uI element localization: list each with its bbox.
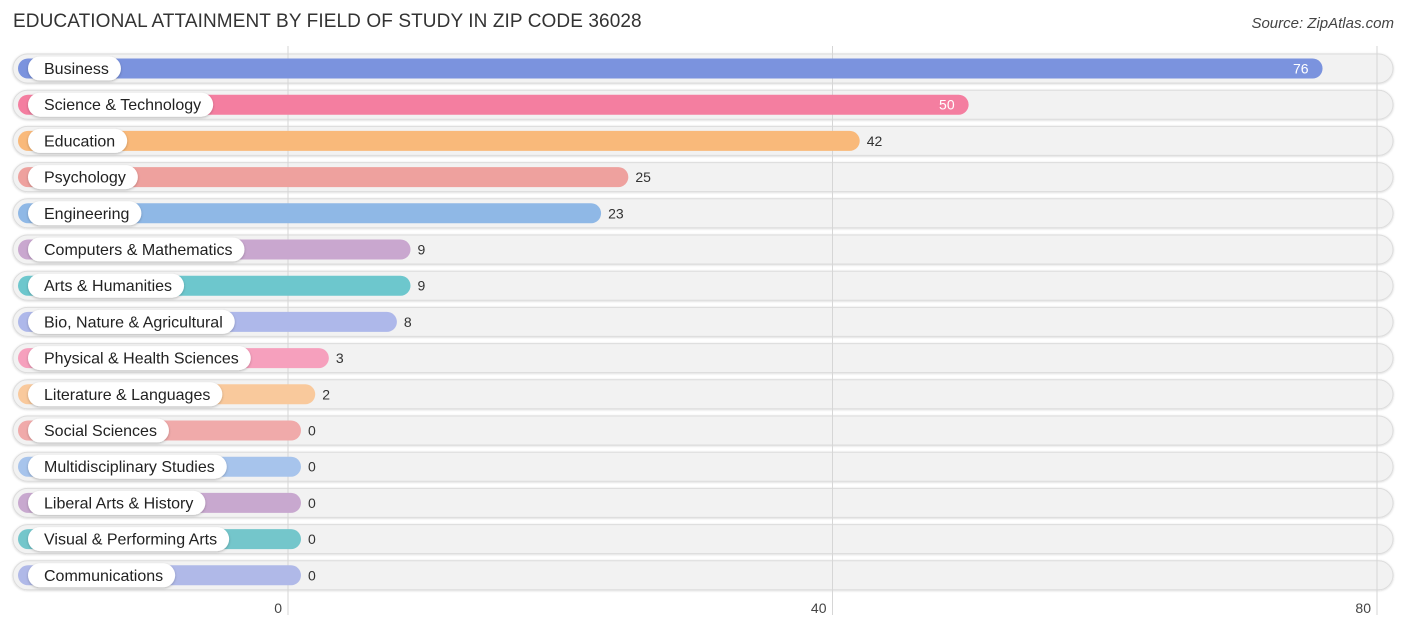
category-label: Engineering [44,206,129,223]
bar-row: Social Sciences 0 [18,418,316,443]
value-label: 0 [308,423,316,439]
bar-row: Liberal Arts & History 0 [18,490,316,515]
category-label: Arts & Humanities [44,278,172,295]
value-label: 0 [308,459,316,475]
bar-row: Multidisciplinary Studies 0 [18,454,316,479]
value-label: 2 [322,386,330,402]
category-label: Social Sciences [44,423,157,440]
value-label: 50 [939,97,955,113]
value-label: 9 [418,242,426,258]
x-tick-label: 0 [274,600,282,616]
category-label: Multidisciplinary Studies [44,459,215,476]
x-axis-ticks: 0 40 80 [274,600,1371,616]
category-label: Education [44,133,115,150]
bar-row: Bio, Nature & Agricultural 8 [18,309,412,334]
category-label: Literature & Languages [44,387,210,404]
bar-row: Physical & Health Sciences 3 [18,346,344,371]
value-label: 0 [308,495,316,511]
bar [18,58,1323,79]
category-label: Visual & Performing Arts [44,532,217,549]
category-label: Psychology [44,170,126,187]
bar-row: Literature & Languages 2 [18,382,330,407]
x-tick-label: 80 [1355,600,1371,616]
bar-row: Computers & Mathematics 9 [18,237,426,262]
bar [18,130,860,151]
bar-row: Psychology 25 [18,165,651,190]
bar-row: Arts & Humanities 9 [18,273,426,298]
category-label: Business [44,61,109,78]
value-label: 0 [308,531,316,547]
category-label: Liberal Arts & History [44,495,193,512]
bar-row: Visual & Performing Arts 0 [18,527,316,552]
category-label: Bio, Nature & Agricultural [44,314,223,331]
bar-row: Engineering 23 [18,201,624,226]
bar-chart: Business 76 Science & Technology 50 Educatio… [12,46,1394,616]
category-label: Science & Technology [44,97,201,114]
bar-row: Education 42 [18,128,883,153]
value-label: 9 [418,278,426,294]
bar-row: Business 76 [18,56,1323,81]
x-tick-label: 40 [811,600,827,616]
category-label: Communications [44,568,163,585]
value-label: 8 [404,314,412,330]
value-label: 3 [336,350,344,366]
category-label: Computers & Mathematics [44,242,233,259]
category-label: Physical & Health Sciences [44,351,239,368]
value-label: 25 [635,169,651,185]
value-label: 42 [867,133,883,149]
bar-row: Science & Technology 50 [18,92,969,117]
value-label: 76 [1293,61,1309,77]
bar-row: Communications 0 [18,563,316,588]
value-label: 23 [608,205,624,221]
value-label: 0 [308,567,316,583]
